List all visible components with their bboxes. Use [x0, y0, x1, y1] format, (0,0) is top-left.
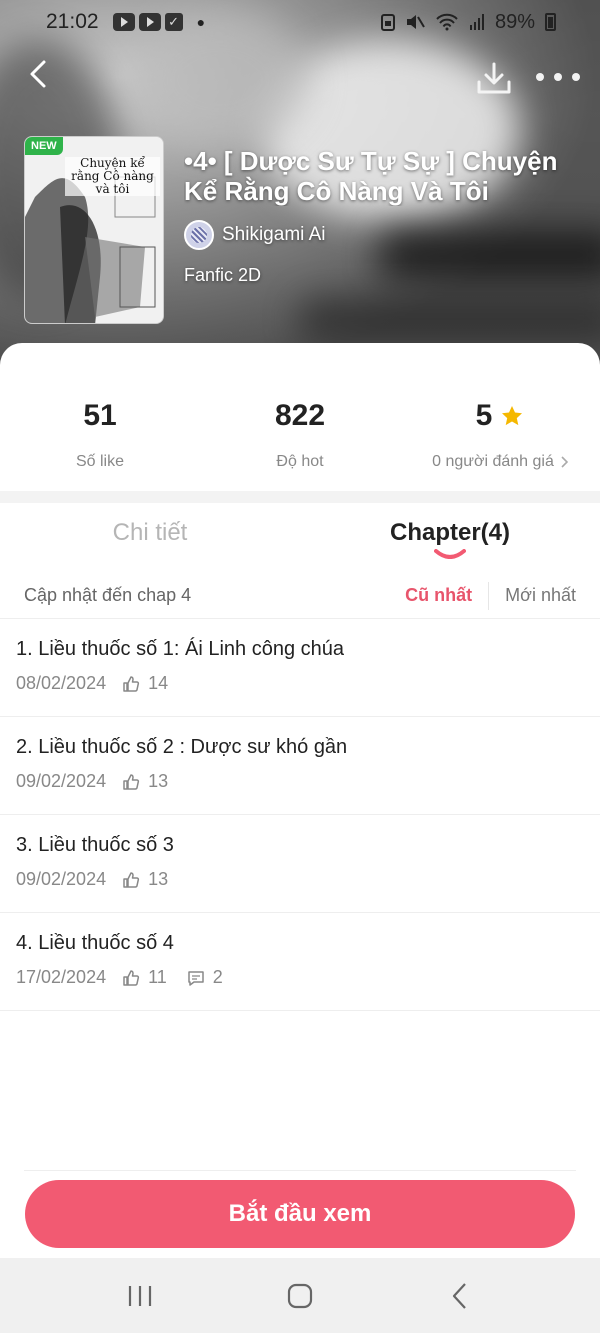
chapter-title: 1. Liều thuốc số 1: Ái Linh công chúa	[16, 638, 345, 660]
stat-rating[interactable]: 5 0 người đánh giá	[400, 343, 600, 491]
hero-banner: 21:02 ✓ ● 89% NEW Chuyện kể rằng Cô nàng…	[0, 0, 600, 380]
chevron-right-icon	[561, 456, 568, 468]
footer-divider	[24, 1170, 576, 1171]
active-tab-indicator	[434, 549, 466, 559]
status-bar: 21:02 ✓ ● 89%	[0, 0, 600, 44]
chapter-title: 2. Liều thuốc số 2 : Dược sư khó gần	[16, 736, 348, 758]
more-notifications-dot-icon: ●	[196, 14, 206, 30]
chapter-comments: 2	[212, 967, 223, 987]
chapter-likes: 13	[148, 869, 169, 889]
chapter-likes: 14	[148, 673, 169, 693]
download-button[interactable]	[474, 58, 514, 98]
comment-icon	[188, 970, 204, 986]
genre-label: Fanfic 2D	[184, 265, 262, 285]
chapter-date: 09/02/2024	[16, 869, 107, 889]
tab-details[interactable]: Chi tiết	[0, 503, 300, 573]
hot-count: 822	[274, 399, 326, 432]
rating-value-wrap: 5	[476, 399, 525, 433]
chapter-filter-row: Cập nhật đến chap 4 Cũ nhất Mới nhất	[0, 573, 600, 619]
signal-icon	[469, 14, 484, 30]
home-button[interactable]	[280, 1276, 320, 1316]
recent-apps-icon	[128, 1285, 152, 1306]
detail-sheet: 51 Số like 822 Độ hot 5 0 người đánh giá…	[0, 343, 600, 1333]
recent-apps-button[interactable]	[120, 1276, 160, 1316]
author-name: Shikigami Ai	[222, 224, 326, 245]
thumb-up-icon	[123, 773, 140, 790]
tab-bar: Chi tiết Chapter(4)	[0, 503, 600, 573]
more-dot-icon	[554, 73, 562, 81]
chapter-meta: 09/02/2024 13	[16, 771, 584, 792]
youtube-notification-icon-2	[138, 13, 161, 31]
more-options-button[interactable]	[536, 62, 580, 92]
author-avatar	[184, 220, 214, 250]
story-title: •4• [ Dược Sư Tự Sự ] Chuyện Kể Rằng Cô …	[184, 146, 558, 206]
chapter-item[interactable]: 2. Liều thuốc số 2 : Dược sư khó gần 09/…	[0, 717, 600, 815]
sort-newest-button[interactable]: Mới nhất	[489, 585, 576, 606]
section-divider	[0, 491, 600, 503]
more-dot-icon	[536, 73, 544, 81]
youtube-notification-icon	[112, 13, 135, 31]
chapter-item[interactable]: 4. Liều thuốc số 4 17/02/2024 11 2	[0, 913, 600, 1011]
chapter-item[interactable]: 1. Liều thuốc số 1: Ái Linh công chúa 08…	[0, 619, 600, 717]
new-badge: NEW	[25, 137, 63, 155]
system-back-icon	[452, 1282, 466, 1309]
status-time: 21:02	[46, 10, 99, 33]
rating-label-wrap: 0 người đánh giá	[432, 453, 568, 471]
lock-battery-icon	[380, 14, 395, 31]
thumb-up-icon	[123, 675, 140, 692]
task-notification-icon: ✓	[164, 13, 183, 31]
rating-value: 5	[475, 399, 493, 432]
chapter-title: 3. Liều thuốc số 3	[16, 834, 174, 856]
chapter-date: 08/02/2024	[16, 673, 107, 693]
thumb-up-icon	[123, 871, 140, 888]
wifi-icon	[436, 13, 458, 31]
chapter-likes: 11	[148, 967, 167, 987]
chapter-meta: 08/02/2024 14	[16, 673, 584, 694]
update-status-text: Cập nhật đến chap 4	[24, 585, 192, 605]
chapter-list: 1. Liều thuốc số 1: Ái Linh công chúa 08…	[0, 619, 600, 1011]
battery-icon	[545, 13, 556, 31]
tab-chapters-label: Chapter(4)	[389, 519, 510, 546]
back-button[interactable]	[20, 56, 56, 92]
cover-image: NEW Chuyện kể rằng Cô nàng và tôi	[24, 136, 164, 324]
stat-hot: 822 Độ hot	[200, 343, 400, 491]
chapter-likes: 13	[148, 771, 169, 791]
chapter-date: 09/02/2024	[16, 771, 107, 791]
system-nav-bar	[0, 1258, 600, 1333]
stat-likes: 51 Số like	[0, 343, 200, 491]
rating-label: 0 người đánh giá	[432, 453, 554, 470]
cover-title: Chuyện kể rằng Cô nàng và tôi	[65, 157, 160, 196]
sort-oldest-button[interactable]: Cũ nhất	[405, 585, 488, 606]
hot-label: Độ hot	[276, 453, 324, 470]
chapter-date: 17/02/2024	[16, 967, 107, 987]
chapter-meta: 17/02/2024 11 2	[16, 967, 584, 988]
system-back-button[interactable]	[440, 1276, 480, 1316]
tab-details-label: Chi tiết	[112, 519, 188, 546]
more-dot-icon	[572, 73, 580, 81]
mute-icon	[406, 15, 425, 29]
tab-chapters[interactable]: Chapter(4)	[300, 503, 600, 573]
author[interactable]: Shikigami Ai	[184, 220, 326, 250]
likes-count: 51	[83, 399, 117, 432]
download-icon	[477, 62, 511, 94]
thumb-up-icon	[123, 969, 140, 986]
battery-percent: 89%	[494, 10, 535, 33]
back-arrow-icon	[30, 60, 46, 88]
start-reading-button[interactable]: Bắt đầu xem	[25, 1180, 575, 1248]
star-icon	[502, 406, 523, 426]
home-icon	[287, 1283, 313, 1308]
chapter-title: 4. Liều thuốc số 4	[16, 932, 174, 954]
chapter-meta: 09/02/2024 13	[16, 869, 584, 890]
likes-label: Số like	[75, 453, 125, 470]
chapter-item[interactable]: 3. Liều thuốc số 3 09/02/2024 13	[0, 815, 600, 913]
stats-row: 51 Số like 822 Độ hot 5 0 người đánh giá	[0, 343, 600, 491]
